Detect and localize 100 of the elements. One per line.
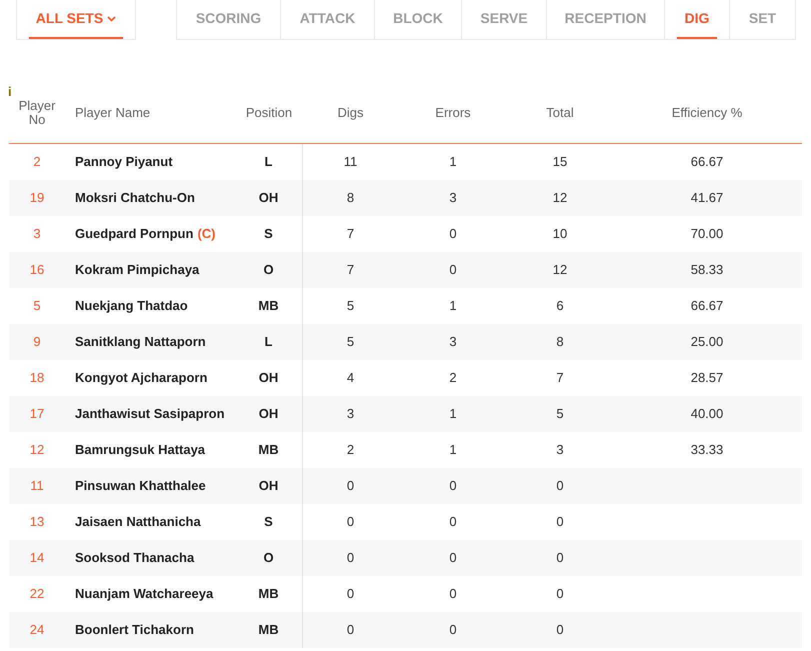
player-name: Nuanjam Watchareeya <box>75 585 214 604</box>
stats-tab[interactable]: RECEPTION <box>556 0 654 39</box>
stats-tab[interactable]: ATTACK <box>292 0 364 39</box>
table-cell-text: 0 <box>449 549 457 568</box>
table-cell-text: 3 <box>449 189 457 208</box>
player-name: Sooksod Thanacha <box>75 549 194 568</box>
table-cell-text: 2 <box>449 369 457 388</box>
table-cell-text: 25.00 <box>690 333 724 352</box>
table-cell-text: 5 <box>346 333 354 352</box>
player-number: 19 <box>30 189 44 208</box>
table-cell-text: 6 <box>556 297 564 316</box>
player-number: 11 <box>30 477 44 496</box>
table-cell-text: 0 <box>556 621 564 640</box>
column-header: Errors <box>435 104 471 122</box>
table-cell-text: 3 <box>346 405 354 424</box>
column-header: Position <box>246 104 292 122</box>
chevron-down-icon <box>107 16 116 22</box>
position-cell-text: S <box>264 513 273 532</box>
table-cell-text: 1 <box>449 441 457 460</box>
player-number: 13 <box>30 513 44 532</box>
table-cell-text: 12 <box>552 261 568 280</box>
table-cell-text: 12 <box>552 189 568 208</box>
player-name: Sanitklang Nattaporn <box>75 333 206 352</box>
player-name: Bamrungsuk Hattaya <box>75 441 206 460</box>
table-cell-text: 7 <box>346 225 354 244</box>
player-name: Jaisaen Natthanicha <box>75 513 201 532</box>
player-number: 16 <box>30 261 44 280</box>
table-cell-text: 15 <box>552 153 568 172</box>
table-cell-text: 0 <box>346 585 354 604</box>
table-cell-text: 33.33 <box>690 441 724 460</box>
player-name: Kongyot Ajcharaporn <box>75 369 208 388</box>
table-cell-text: 0 <box>449 585 457 604</box>
table-cell-text: 7 <box>346 261 354 280</box>
player-name: Kokram Pimpichaya <box>75 261 200 280</box>
column-header: Digs <box>337 104 364 122</box>
player-number: 22 <box>30 585 44 604</box>
table-cell-text: 0 <box>556 477 564 496</box>
player-number: 5 <box>33 297 41 316</box>
player-name: Pannoy Piyanut <box>75 153 173 172</box>
player-name: Nuekjang Thatdao <box>75 297 188 316</box>
stats-tab[interactable]: SET <box>740 0 784 39</box>
player-number: 2 <box>33 153 41 172</box>
table-cell-text: 41.67 <box>690 189 724 208</box>
column-header: Player Name <box>75 104 150 122</box>
table-cell-text: 0 <box>346 549 354 568</box>
position-cell-text: OH <box>258 369 278 388</box>
table-cell-text: 1 <box>449 153 457 172</box>
player-name: Boonlert Tichakorn <box>75 621 194 640</box>
table-cell-text: 40.00 <box>690 405 724 424</box>
position-cell-text: S <box>264 225 273 244</box>
captain-mark: (C) <box>197 225 216 244</box>
position-cell-text: L <box>264 333 272 352</box>
player-number: 3 <box>33 225 41 244</box>
table-cell-text: 0 <box>449 477 457 496</box>
stats-tab[interactable]: DIG <box>676 0 718 39</box>
table-cell-text: 11 <box>344 153 358 172</box>
info-mark: i <box>8 83 12 101</box>
stats-tab[interactable]: BLOCK <box>385 0 451 39</box>
table-cell-text: 0 <box>556 549 564 568</box>
position-cell-text: O <box>263 549 274 568</box>
position-cell-text: MB <box>258 297 279 316</box>
table-cell-text: 0 <box>346 513 354 532</box>
table-cell-text: 0 <box>449 225 457 244</box>
player-name: Janthawisut Sasipapron <box>75 405 225 424</box>
position-cell-text: OH <box>258 477 278 496</box>
position-cell-text: MB <box>258 441 279 460</box>
table-cell-text: 0 <box>449 513 457 532</box>
column-header: Efficiency % <box>672 104 742 122</box>
table-cell-text: 5 <box>346 297 354 316</box>
table-cell-text: 66.67 <box>690 297 724 316</box>
table-cell-text: 3 <box>449 333 457 352</box>
table-cell-text: 0 <box>556 585 564 604</box>
column-header: Player No <box>18 98 56 126</box>
table-cell-text: 0 <box>346 621 354 640</box>
table-cell-text: 28.57 <box>690 369 724 388</box>
player-name: Guedpard Pornpun <box>75 225 194 244</box>
table-cell-text: 66.67 <box>690 153 724 172</box>
table-cell-text: 0 <box>556 513 564 532</box>
player-number: 24 <box>30 621 44 640</box>
stats-tab[interactable]: SCORING <box>188 0 270 39</box>
player-number: 17 <box>30 405 44 424</box>
position-cell-text: OH <box>258 405 278 424</box>
table-cell-text: 1 <box>449 297 457 316</box>
table-cell-text: 4 <box>346 369 354 388</box>
position-cell-text: L <box>264 153 272 172</box>
stats-tab[interactable]: SERVE <box>472 0 536 39</box>
table-cell-text: 10 <box>552 225 568 244</box>
player-number: 18 <box>30 369 44 388</box>
position-cell-text: OH <box>258 189 278 208</box>
table-cell-text: 3 <box>556 441 564 460</box>
table-cell-text: 70.00 <box>690 225 724 244</box>
player-number: 14 <box>30 549 44 568</box>
table-cell-text: 7 <box>556 369 564 388</box>
table-cell-text: 1 <box>449 405 457 424</box>
table-cell-text: 0 <box>449 621 457 640</box>
table-cell-text: 58.33 <box>690 261 724 280</box>
table-cell-text: 2 <box>346 441 354 460</box>
table-cell-text: 8 <box>556 333 564 352</box>
position-cell-text: O <box>263 261 274 280</box>
player-number: 12 <box>30 441 44 460</box>
